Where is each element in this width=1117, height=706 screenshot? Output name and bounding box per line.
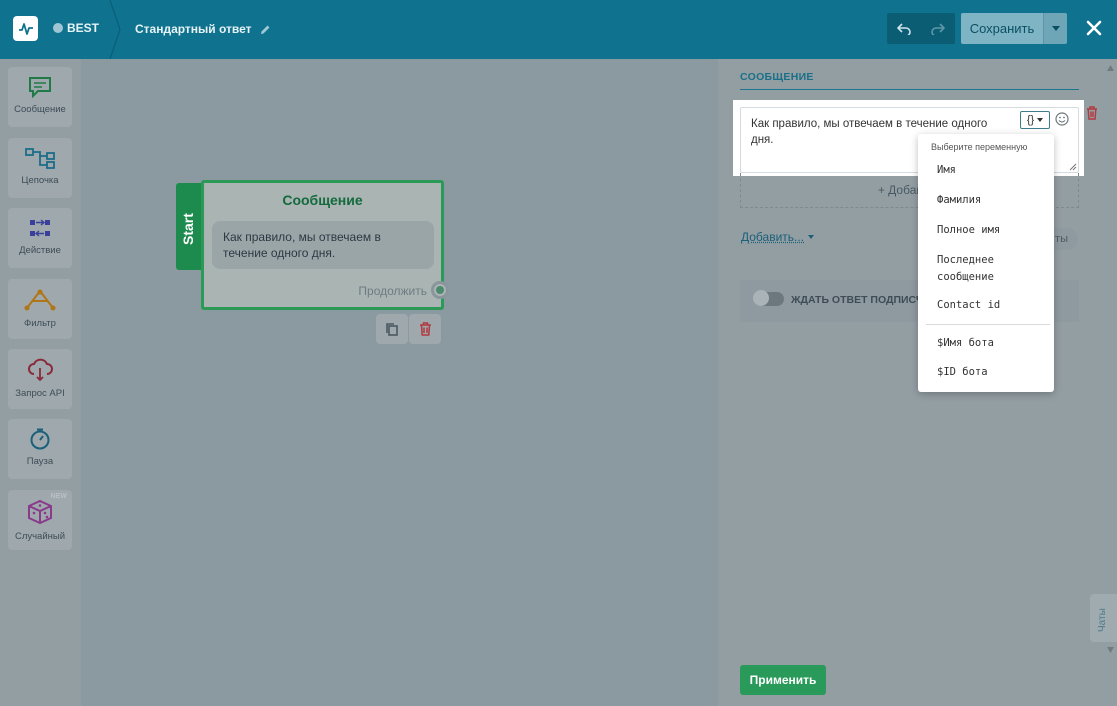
flow-title-text: Стандартный ответ	[135, 22, 252, 36]
panel-title: СООБЩЕНИЕ	[740, 71, 814, 83]
chain-icon	[25, 148, 55, 169]
variable-bot-id[interactable]: $ID бота	[937, 364, 988, 381]
top-bar: BEST Стандартный ответ Сохранить	[0, 0, 1117, 59]
chats-side-tab[interactable]: Чаты	[1090, 594, 1117, 642]
delete-message-icon[interactable]	[1086, 106, 1098, 120]
brand-label: BEST	[67, 21, 100, 35]
tool-label: Цепочка	[21, 175, 59, 186]
node-continue-label: Продолжить	[358, 284, 427, 298]
tool-label: Фильтр	[24, 318, 56, 329]
breadcrumb-separator-icon	[109, 0, 121, 59]
save-button[interactable]: Сохранить	[961, 13, 1043, 44]
tool-api-request[interactable]: Запрос API	[8, 349, 72, 409]
close-icon	[1086, 20, 1102, 36]
variable-first-name[interactable]: Имя	[937, 162, 956, 179]
insert-variable-button[interactable]: {}	[1020, 111, 1050, 129]
caret-down-icon	[808, 235, 815, 239]
tool-label: Запрос API	[15, 388, 65, 399]
new-badge: NEW	[50, 493, 67, 500]
chat-bubble-icon	[53, 23, 63, 33]
history-controls	[887, 13, 955, 44]
copy-node-button[interactable]	[376, 314, 408, 344]
pencil-icon[interactable]	[260, 24, 271, 35]
message-node[interactable]: Сообщение Как правило, мы отвечаем в теч…	[201, 180, 444, 310]
braces-icon: {}	[1026, 114, 1035, 126]
tool-label: Случайный	[14, 531, 66, 542]
filter-icon	[24, 289, 56, 311]
action-icon	[30, 219, 50, 237]
tool-random[interactable]: NEW Случайный	[8, 490, 72, 550]
trash-icon	[419, 322, 431, 336]
dropdown-header: Выберите переменную	[931, 142, 1028, 152]
start-label: Start	[180, 213, 196, 245]
resize-handle-icon[interactable]	[1069, 163, 1077, 171]
pause-timer-icon	[30, 428, 50, 450]
node-output-port[interactable]	[431, 281, 449, 299]
variable-last-name[interactable]: Фамилия	[937, 192, 981, 209]
variable-contact-id[interactable]: Contact id	[937, 297, 1000, 314]
tool-label: Действие	[19, 245, 61, 256]
redo-icon	[931, 22, 945, 35]
wait-reply-label: ЖДАТЬ ОТВЕТ ПОДПИСЧ	[791, 294, 924, 306]
add-link-label: Добавить...	[741, 230, 805, 244]
apply-button[interactable]: Применить	[740, 665, 826, 695]
dice-icon	[28, 499, 52, 525]
variable-full-name[interactable]: Полное имя	[937, 222, 1000, 239]
panel-title-underline	[740, 89, 1079, 90]
node-title: Сообщение	[282, 192, 363, 208]
wait-reply-toggle[interactable]	[753, 290, 784, 306]
message-icon	[29, 77, 51, 98]
variable-bot-name[interactable]: $Имя бота	[937, 335, 994, 352]
close-button[interactable]	[1082, 16, 1106, 40]
copy-icon	[386, 322, 398, 336]
undo-icon	[897, 22, 911, 35]
delete-node-button[interactable]	[409, 314, 441, 344]
variables-dropdown: Выберите переменную Имя Фамилия Полное и…	[918, 134, 1054, 392]
tool-chain[interactable]: Цепочка	[8, 138, 72, 198]
dropdown-divider	[926, 324, 1050, 325]
add-content-link[interactable]: Добавить...	[741, 230, 815, 244]
redo-button[interactable]	[921, 13, 955, 44]
tool-pause[interactable]: Пауза	[8, 419, 72, 479]
flow-canvas[interactable]	[81, 59, 718, 706]
workspace-brand[interactable]: BEST	[53, 21, 99, 35]
caret-down-icon	[1037, 118, 1044, 122]
panel-scrollbar[interactable]	[1104, 59, 1117, 659]
undo-button[interactable]	[887, 13, 921, 44]
pulse-icon	[18, 22, 33, 35]
start-marker: Start	[176, 183, 204, 270]
block-toolbox: Сообщение Цепочка Действие Фильтр Запрос…	[0, 59, 81, 706]
caret-down-icon	[1051, 26, 1060, 31]
variable-last-message[interactable]: Последнее сообщение	[937, 252, 1017, 286]
tool-message[interactable]: Сообщение	[8, 67, 72, 127]
chats-label: Чаты	[1097, 608, 1108, 632]
tool-label: Пауза	[26, 456, 54, 467]
tool-label: Сообщение	[14, 104, 66, 115]
tool-action[interactable]: Действие	[8, 208, 72, 268]
tool-filter[interactable]: Фильтр	[8, 279, 72, 339]
flow-title[interactable]: Стандартный ответ	[135, 22, 271, 36]
save-options-button[interactable]	[1043, 13, 1067, 44]
app-logo[interactable]	[13, 16, 38, 41]
api-request-icon	[28, 358, 53, 382]
node-message-text: Как правило, мы отвечаем в течение одног…	[212, 221, 434, 269]
emoji-icon[interactable]	[1055, 112, 1069, 126]
chip-label: ты	[1055, 233, 1068, 245]
